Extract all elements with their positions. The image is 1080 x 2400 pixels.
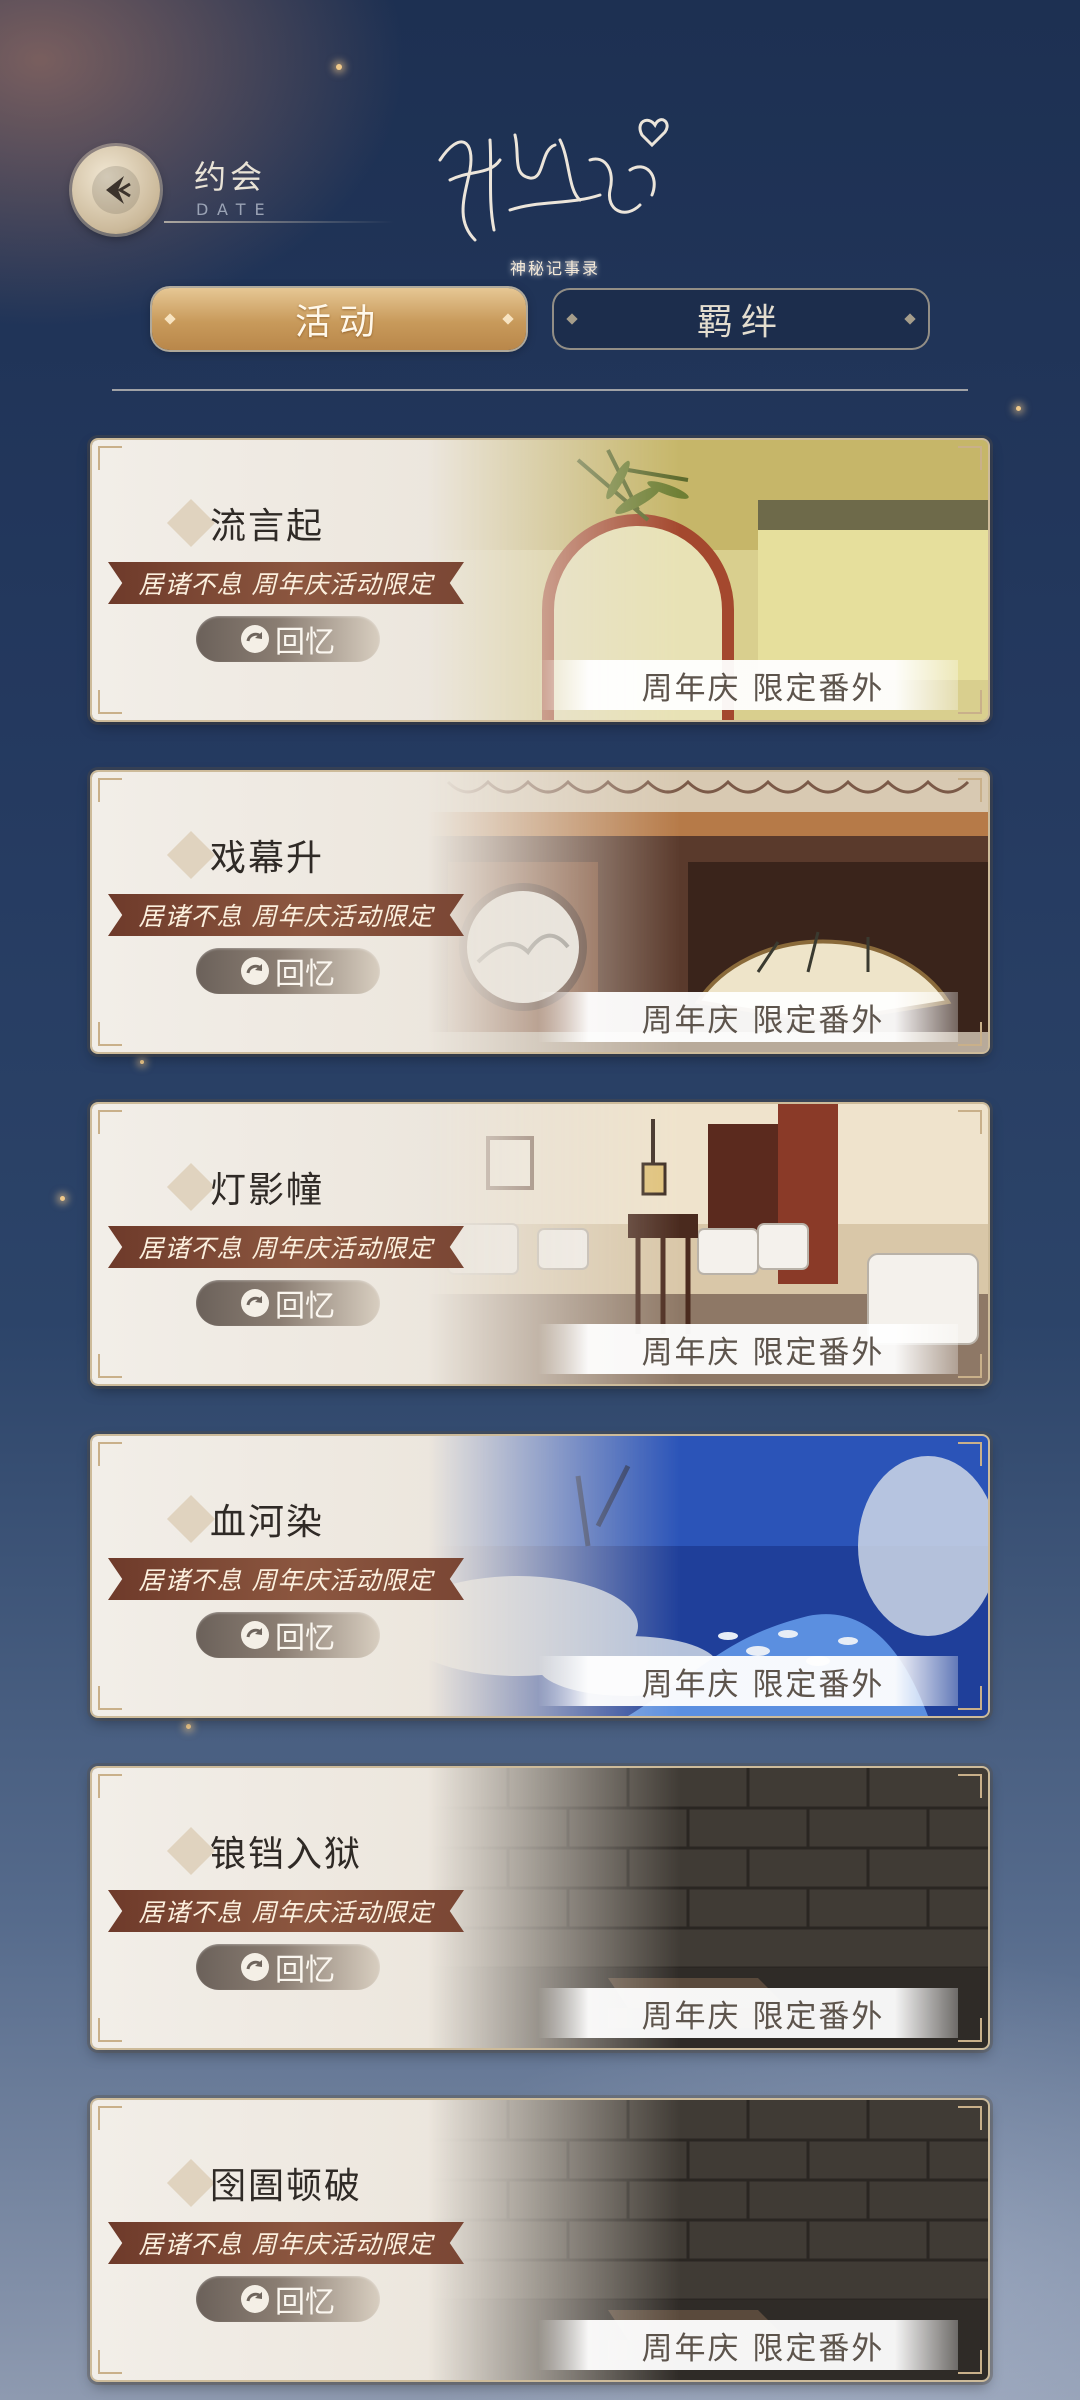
story-card[interactable]: 灯影幢 居诸不息 周年庆活动限定 回忆 周年庆 限定番外 [92,1104,988,1384]
card-title: 锒铛入狱 [210,1834,363,1875]
recall-button[interactable]: 回忆 [196,616,380,662]
story-card[interactable]: 锒铛入狱 居诸不息 周年庆活动限定 回忆 周年庆 限定番外 [92,1768,988,2048]
story-card[interactable]: 戏幕升 居诸不息 周年庆活动限定 回忆 周年庆 限定番外 [92,772,988,1052]
frame-corner [958,1774,982,1798]
frame-corner [98,2106,122,2130]
frame-corner [958,1354,982,1378]
limited-tag: 周年庆 限定番外 [538,2320,958,2370]
limited-tag-text: 周年庆 限定番外 [641,1334,885,1371]
recall-label: 回忆 [275,957,335,992]
tab-ornament [904,313,916,325]
frame-corner [98,1774,122,1798]
frame-corner [98,1442,122,1466]
sparkle [336,64,342,70]
event-ribbon: 居诸不息 周年庆活动限定 [108,562,464,604]
frame-corner [958,778,982,802]
card-title: 血河染 [210,1502,325,1543]
recall-button[interactable]: 回忆 [196,1612,380,1658]
replay-icon [241,957,269,985]
tab-activity[interactable]: 活动 [152,288,526,350]
recall-label: 回忆 [275,625,335,660]
card-title-block: 血河染 [166,1494,325,1544]
frame-corner [98,778,122,802]
card-title: 戏幕升 [210,838,325,879]
tab-label: 活动 [294,302,383,343]
frame-corner [958,2018,982,2042]
limited-tag-text: 周年庆 限定番外 [641,1002,885,1039]
event-ribbon: 居诸不息 周年庆活动限定 [108,894,464,936]
limited-tag: 周年庆 限定番外 [538,1324,958,1374]
frame-corner [958,690,982,714]
tab-bond[interactable]: 羁绊 [552,288,930,350]
card-title-block: 锒铛入狱 [166,1826,363,1876]
frame-corner [958,1442,982,1466]
sparkle [186,1724,191,1729]
replay-icon [241,625,269,653]
event-ribbon: 居诸不息 周年庆活动限定 [108,1226,464,1268]
frame-corner [98,1686,122,1710]
tab-ornament [566,313,578,325]
recall-label: 回忆 [275,1621,335,1656]
frame-corner [98,1354,122,1378]
replay-icon [241,1621,269,1649]
limited-tag-text: 周年庆 限定番外 [641,1998,885,2035]
limited-tag: 周年庆 限定番外 [538,660,958,710]
event-logo [420,100,680,280]
page-subtitle: DATE [196,200,274,219]
sparkle [140,1060,144,1064]
story-card[interactable]: 血河染 居诸不息 周年庆活动限定 回忆 周年庆 限定番外 [92,1436,988,1716]
card-title-block: 灯影幢 [166,1162,325,1212]
recall-label: 回忆 [275,1953,335,1988]
story-card[interactable]: 流言起 居诸不息 周年庆活动限定 回忆 周年庆 限定番外 [92,440,988,720]
event-ribbon: 居诸不息 周年庆活动限定 [108,2222,464,2264]
replay-icon [241,2285,269,2313]
recall-button[interactable]: 回忆 [196,948,380,994]
logo-caption: 神秘记事录 [510,259,601,278]
recall-label: 回忆 [275,2285,335,2320]
header-underline [164,221,394,223]
story-card[interactable]: 囹圄顿破 居诸不息 周年庆活动限定 回忆 周年庆 限定番外 [92,2100,988,2380]
card-title: 囹圄顿破 [210,2166,363,2207]
card-title-block: 囹圄顿破 [166,2158,363,2208]
replay-icon [241,1953,269,1981]
limited-tag: 周年庆 限定番外 [538,1988,958,2038]
recall-button[interactable]: 回忆 [196,2276,380,2322]
card-title-block: 戏幕升 [166,830,325,880]
frame-corner [98,1110,122,1134]
event-ribbon: 居诸不息 周年庆活动限定 [108,1890,464,1932]
card-title: 灯影幢 [210,1170,325,1211]
frame-corner [958,1686,982,1710]
frame-corner [958,2106,982,2130]
card-title: 流言起 [210,506,325,547]
frame-corner [98,446,122,470]
tab-label: 羁绊 [696,302,785,343]
sparkle [1016,406,1021,411]
back-arrow-icon [92,166,140,214]
frame-corner [98,690,122,714]
limited-tag: 周年庆 限定番外 [538,1656,958,1706]
card-title-block: 流言起 [166,498,325,548]
frame-corner [958,446,982,470]
page-title: 约会 [194,158,267,196]
sparkle [60,1196,65,1201]
frame-corner [958,1110,982,1134]
frame-corner [958,2350,982,2374]
recall-button[interactable]: 回忆 [196,1944,380,1990]
event-ribbon: 居诸不息 周年庆活动限定 [108,1558,464,1600]
recall-label: 回忆 [275,1289,335,1324]
tab-ornament [164,313,176,325]
limited-tag-text: 周年庆 限定番外 [641,1666,885,1703]
back-button[interactable] [72,146,160,234]
replay-icon [241,1289,269,1317]
frame-corner [98,2018,122,2042]
frame-corner [98,1022,122,1046]
limited-tag-text: 周年庆 限定番外 [641,670,885,707]
limited-tag-text: 周年庆 限定番外 [641,2330,885,2367]
limited-tag: 周年庆 限定番外 [538,992,958,1042]
recall-button[interactable]: 回忆 [196,1280,380,1326]
frame-corner [98,2350,122,2374]
tab-ornament [502,313,514,325]
section-divider [112,389,968,391]
frame-corner [958,1022,982,1046]
